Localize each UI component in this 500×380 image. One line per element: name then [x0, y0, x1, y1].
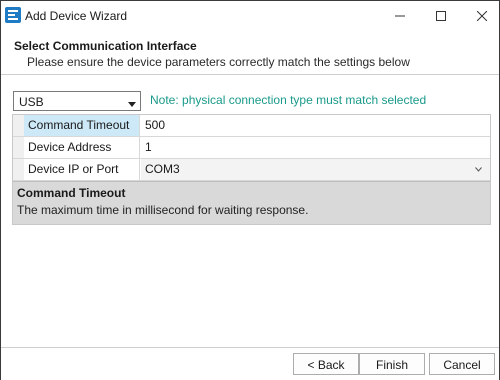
- cancel-button[interactable]: Cancel: [429, 353, 495, 375]
- device-port-dropdown[interactable]: COM3: [141, 159, 490, 180]
- property-row-device-address[interactable]: Device Address 1: [13, 137, 490, 159]
- wizard-header: Select Communication Interface Please en…: [1, 32, 499, 75]
- property-row-device-port[interactable]: Device IP or Port COM3: [13, 159, 490, 181]
- help-description: The maximum time in millisecond for wait…: [17, 203, 309, 217]
- minimize-button[interactable]: [377, 1, 423, 31]
- back-button[interactable]: < Back: [293, 353, 359, 375]
- interface-select-value: USB: [19, 95, 44, 109]
- row-gutter: [13, 137, 24, 158]
- minimize-icon: [395, 15, 405, 17]
- property-grid: Command Timeout 500 Device Address 1 Dev…: [12, 114, 491, 225]
- close-button[interactable]: [459, 1, 500, 31]
- row-gutter: [13, 115, 24, 136]
- wizard-window: Add Device Wizard Select Communication I…: [0, 0, 500, 380]
- page-title: Select Communication Interface: [14, 39, 197, 53]
- wizard-content: USB Note: physical connection type must …: [1, 75, 499, 347]
- help-title: Command Timeout: [17, 186, 126, 200]
- maximize-button[interactable]: [418, 1, 464, 31]
- property-label: Device Address: [24, 137, 140, 158]
- row-gutter: [13, 159, 24, 180]
- wizard-footer: < Back Finish Cancel: [1, 347, 499, 380]
- close-icon: [477, 11, 487, 21]
- chevron-down-icon: [128, 97, 136, 111]
- interface-select[interactable]: USB: [13, 91, 141, 111]
- page-subtitle: Please ensure the device parameters corr…: [27, 55, 410, 69]
- device-address-field[interactable]: 1: [141, 137, 490, 158]
- property-label: Command Timeout: [24, 115, 140, 136]
- wizard-app-icon: [5, 7, 21, 23]
- maximize-icon: [436, 11, 446, 21]
- device-port-value: COM3: [145, 162, 180, 176]
- finish-button[interactable]: Finish: [359, 353, 425, 375]
- property-label: Device IP or Port: [24, 159, 140, 180]
- property-row-command-timeout[interactable]: Command Timeout 500: [13, 115, 490, 137]
- property-help-panel: Command Timeout The maximum time in mill…: [13, 181, 490, 224]
- chevron-down-icon: [475, 159, 482, 180]
- window-title: Add Device Wizard: [25, 9, 128, 23]
- title-bar[interactable]: Add Device Wizard: [1, 1, 499, 31]
- command-timeout-field[interactable]: 500: [141, 115, 490, 136]
- interface-note: Note: physical connection type must matc…: [150, 93, 427, 107]
